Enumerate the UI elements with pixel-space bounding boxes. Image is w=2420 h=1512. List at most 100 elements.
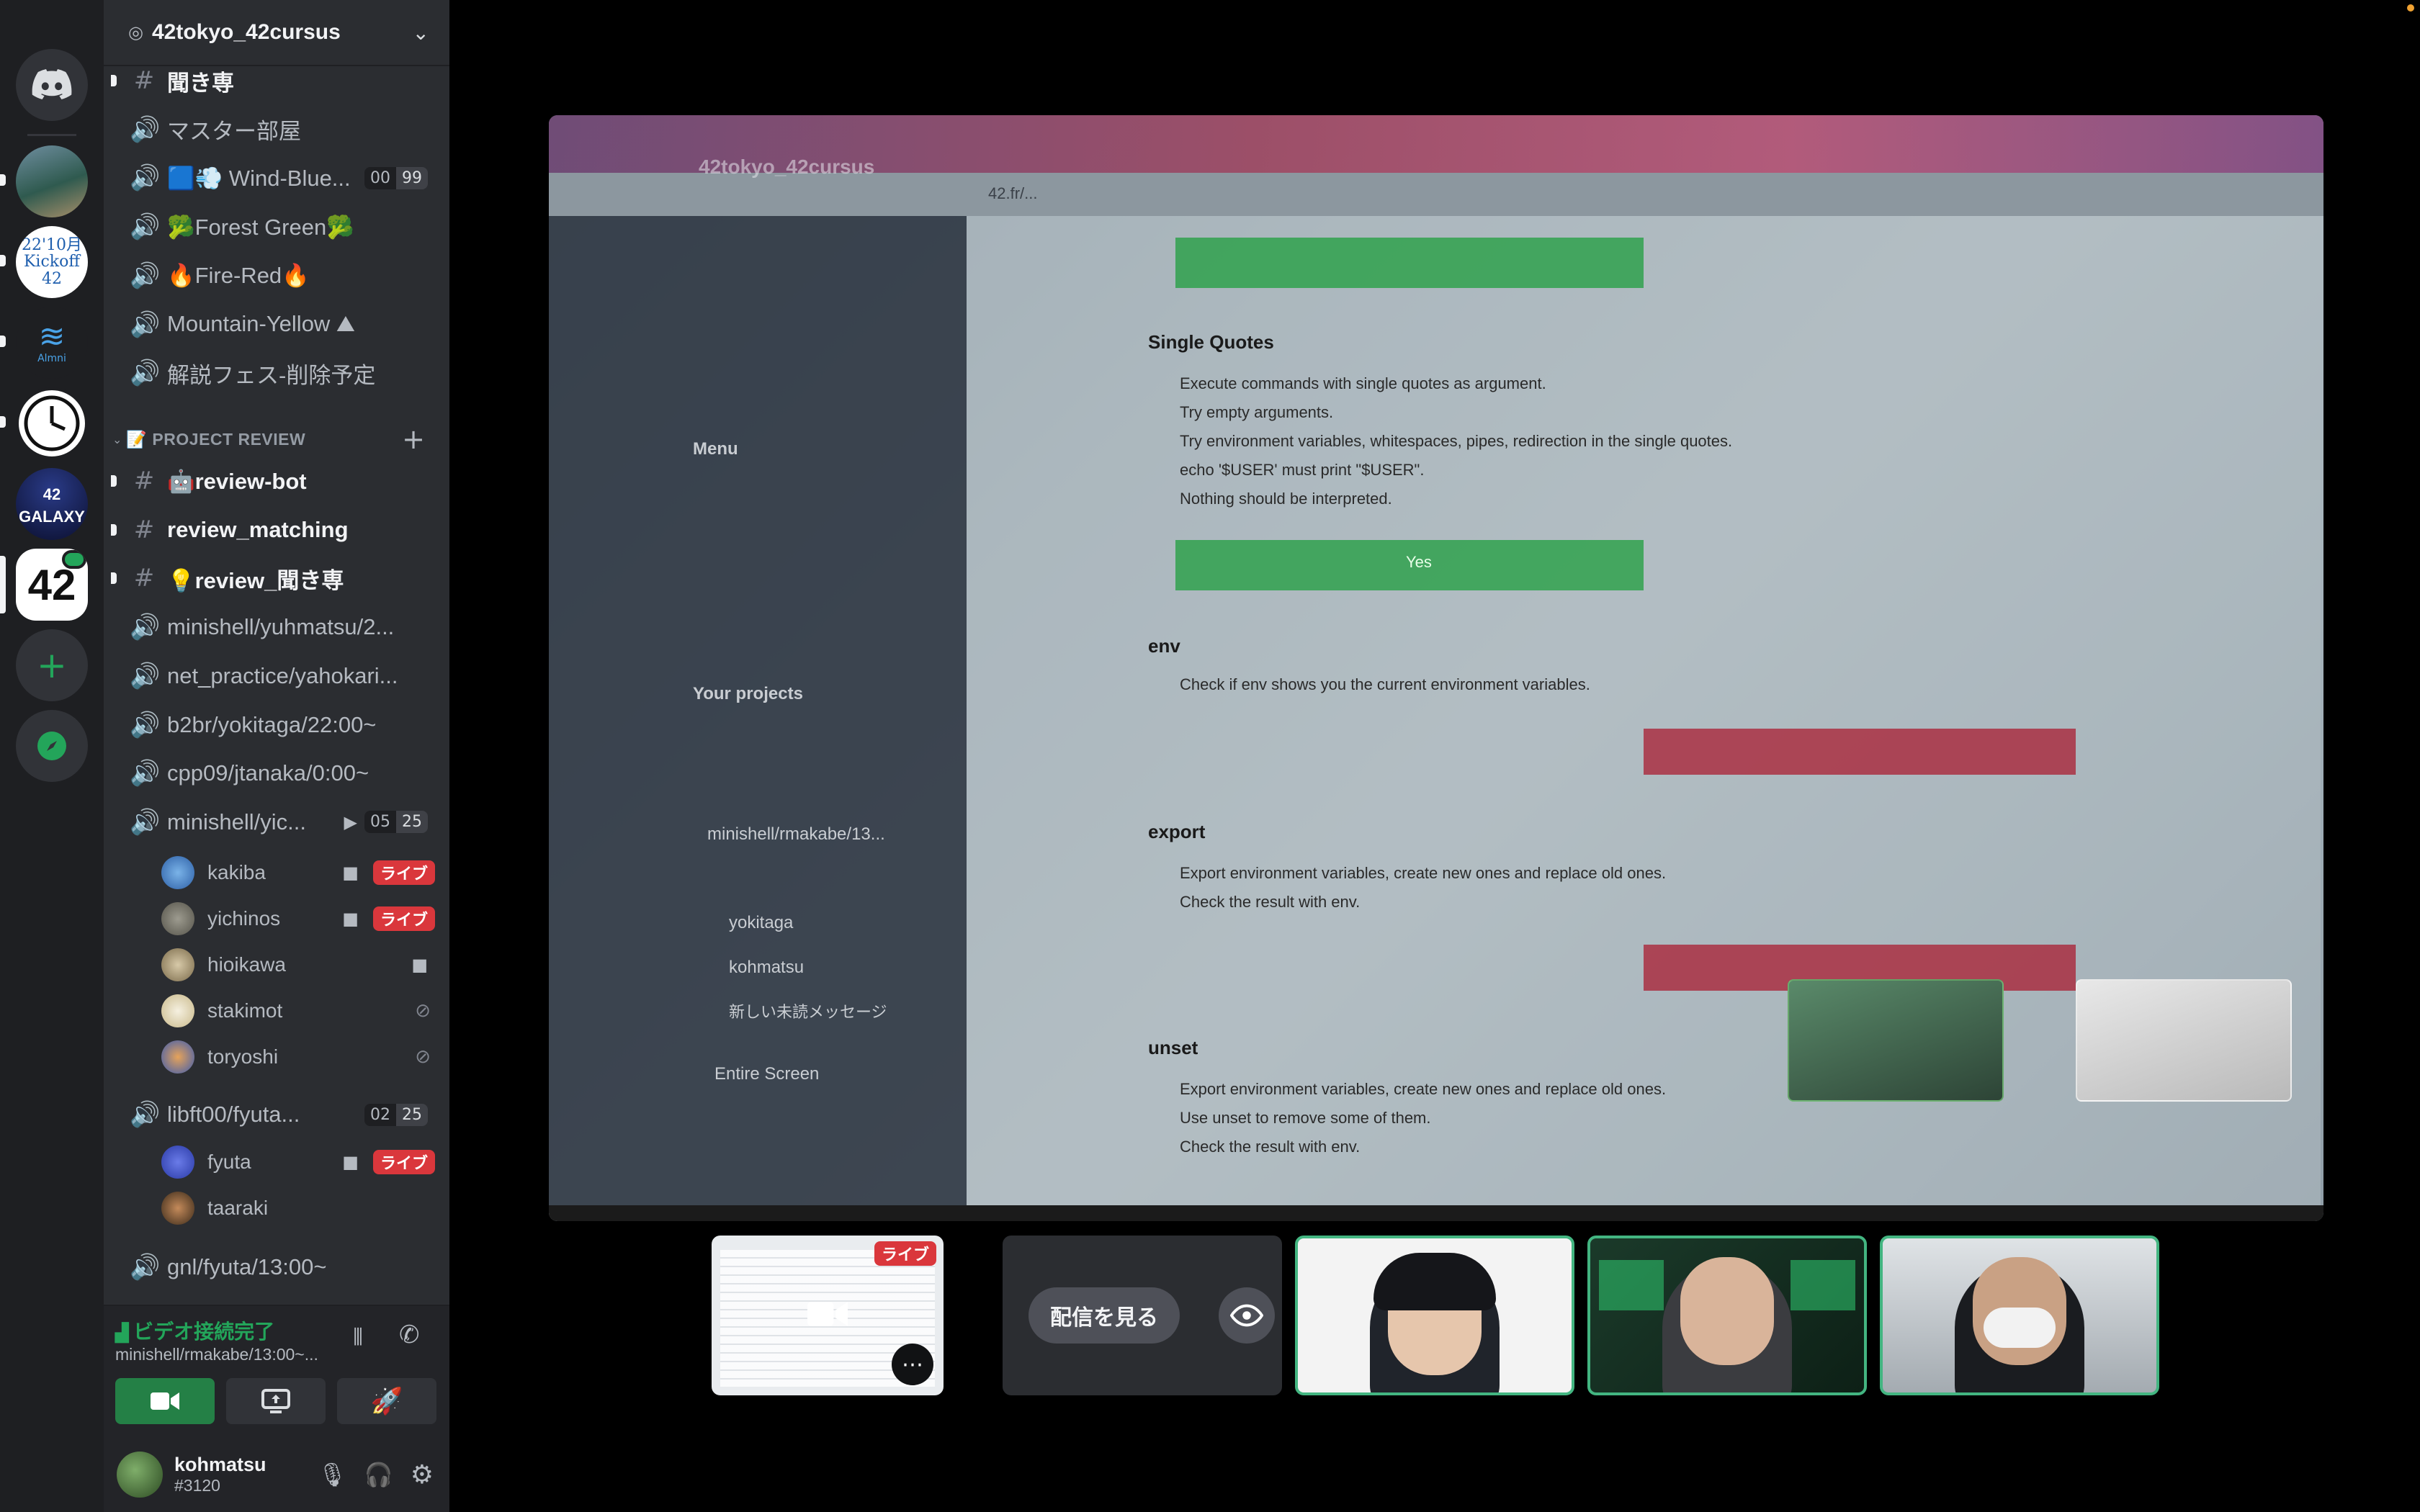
status-dot <box>2407 4 2414 12</box>
almni-server-icon[interactable]: ≋ Almni <box>16 307 88 379</box>
speaker-icon: 🔊 <box>130 310 161 339</box>
user-limit-badge: 05 25 <box>364 811 428 834</box>
channel-item[interactable]: 🔊 cpp09/jtanaka/0:00~ <box>115 752 438 795</box>
avatar <box>161 948 194 981</box>
stream-ghost-title: 42tokyo_42cursus <box>699 156 875 178</box>
guild-header[interactable]: ◎ 42tokyo_42cursus ⌄ <box>104 0 449 66</box>
channel-item[interactable]: 🔊 libft00/fyuta... 02 25 <box>115 1093 438 1136</box>
explore-servers-button[interactable] <box>16 710 88 782</box>
video-camera-icon: ▶ <box>344 811 357 832</box>
video-stage: 42.fr/... 42tokyo_42cursus Menu Your pro… <box>449 0 2420 1512</box>
more-options-icon[interactable]: ⋯ <box>892 1344 933 1385</box>
voice-user[interactable]: stakimot ⊘ <box>161 991 435 1031</box>
headphones-icon[interactable]: 🎧 <box>364 1461 393 1488</box>
channel-item[interactable]: # 💡review_聞き専 <box>111 557 438 600</box>
avatar <box>161 902 194 935</box>
channel-name: 🔥Fire-Red🔥 <box>167 263 310 289</box>
channel-name: net_practice/yahokari... <box>167 662 398 688</box>
server-unread-pill <box>0 255 6 266</box>
create-channel-plus-icon[interactable]: + <box>402 423 425 455</box>
category-project-review[interactable]: ⌄ 📝 PROJECT REVIEW + <box>104 423 449 455</box>
voice-user[interactable]: fyuta ■ ライブ <box>161 1142 435 1182</box>
voice-user[interactable]: hioikawa ■ <box>161 945 435 985</box>
disconnect-icon[interactable]: ✆ <box>399 1320 420 1349</box>
clock-server-icon[interactable] <box>16 387 88 459</box>
kickoff-server-icon[interactable]: 22'10月 Kickoff 42 <box>16 226 88 298</box>
avatar <box>161 1146 194 1179</box>
live-badge: ライブ <box>372 1150 435 1174</box>
channel-name: 💡review_聞き専 <box>167 567 344 593</box>
watch-stream-button[interactable]: 配信を見る <box>1028 1287 1180 1344</box>
landscape-server-icon[interactable] <box>16 145 88 217</box>
channel-item[interactable]: 🔊 Mountain-Yellow ⛰ <box>115 303 438 346</box>
unread-indicator <box>111 475 117 487</box>
channel-item[interactable]: 🔊 net_practice/yahokari... <box>115 654 438 698</box>
discord-home-icon[interactable] <box>16 49 88 121</box>
speaker-icon: 🔊 <box>130 261 161 290</box>
speaker-icon: 🔊 <box>130 359 161 388</box>
activities-button[interactable]: 🚀 <box>337 1378 436 1424</box>
voice-user[interactable]: yichinos ■ ライブ <box>161 899 435 939</box>
video-camera-icon: ■ <box>342 1152 359 1172</box>
galaxy-server-icon[interactable]: 42 GALAXY <box>16 468 88 540</box>
channel-item[interactable]: 🔊 minishell/yuhmatsu/2... <box>115 606 438 649</box>
stream-preview-tile[interactable]: ライブ ⋯ <box>712 1236 944 1395</box>
rocket-icon: 🚀 <box>370 1387 403 1416</box>
voice-user[interactable]: toryoshi ⊘ <box>161 1037 435 1077</box>
channel-item[interactable]: # review_matching <box>111 508 438 552</box>
speaker-icon: 🔊 <box>130 114 161 144</box>
share-screen-button[interactable] <box>226 1378 326 1424</box>
channel-name: libft00/fyuta... <box>167 1102 300 1127</box>
microphone-icon[interactable]: 🎙 <box>318 1461 347 1488</box>
channel-item[interactable]: 🔊 gnl/fyuta/13:00~ <box>115 1246 438 1289</box>
guild-name: 42tokyo_42cursus <box>151 20 341 44</box>
speaker-icon: 🔊 <box>130 710 161 739</box>
swimmer-icon: ≋ <box>38 318 66 355</box>
channel-item[interactable]: 🔊 解説フェス-削除予定 <box>115 351 438 395</box>
voice-user-name: toryoshi <box>207 1045 279 1068</box>
channel-name: b2br/yokitaga/22:00~ <box>167 711 377 737</box>
gear-icon[interactable]: ⚙ <box>411 1460 434 1490</box>
server-selected-pill <box>0 556 6 613</box>
rail-divider <box>27 134 76 136</box>
channel-item[interactable]: 🔊 b2br/yokitaga/22:00~ <box>115 703 438 747</box>
voice-user[interactable]: kakiba ■ ライブ <box>161 852 435 893</box>
user-limit-badge: 02 25 <box>364 1103 428 1126</box>
camera-button[interactable] <box>115 1378 215 1424</box>
stream-doc-line: Try empty arguments. <box>1180 403 1334 421</box>
speaker-icon: 🔊 <box>130 163 161 193</box>
speaker-icon: 🔊 <box>130 807 161 837</box>
noise-suppression-icon[interactable]: ⦀ <box>353 1323 363 1351</box>
channel-sidebar: ◎ 42tokyo_42cursus ⌄ # 聞き専 🔊 マスター部屋 🔊 🟦💨 Wind… <box>104 0 449 1512</box>
channel-item[interactable]: # 🤖review-bot <box>111 459 438 503</box>
participant-video-tile[interactable] <box>1295 1236 1574 1395</box>
voice-user-name: yichinos <box>207 907 281 930</box>
user-tag: #3120 <box>174 1476 220 1495</box>
stream-terminal-red <box>1644 729 2076 775</box>
avatar[interactable] <box>117 1452 163 1498</box>
channel-name: gnl/fyuta/13:00~ <box>167 1254 327 1279</box>
server-unread-pill <box>0 336 6 347</box>
channel-name: Mountain-Yellow ⛰ <box>167 311 355 336</box>
channel-name: 🤖review-bot <box>167 468 307 494</box>
stream-doc-line: echo '$USER' must print "$USER". <box>1180 461 1425 479</box>
stream-doc-line: Try environment variables, whitespaces, … <box>1180 432 1733 450</box>
add-server-button[interactable]: + <box>16 629 88 701</box>
text-channel-icon: # <box>133 467 155 495</box>
channel-item[interactable]: 🔊 🟦💨 Wind-Blue... 00 99 <box>115 156 438 199</box>
channel-item[interactable]: # 聞き専 <box>111 59 438 102</box>
muted-mic-icon: ⊘ <box>415 1046 431 1068</box>
avatar <box>161 1040 194 1074</box>
voice-channel-link[interactable]: minishell/rmakabe/13:00~... <box>115 1345 318 1364</box>
channel-item[interactable]: 🔊 minishell/yic... ▶ 05 25 <box>115 801 438 844</box>
screen-share-stream[interactable]: 42.fr/... 42tokyo_42cursus Menu Your pro… <box>549 115 2323 1221</box>
speaker-icon: 🔊 <box>130 661 161 690</box>
channel-item[interactable]: 🔊 🥦Forest Green🥦 <box>115 205 438 248</box>
eye-plus-icon[interactable] <box>1219 1287 1275 1344</box>
channel-item[interactable]: 🔊 マスター部屋 <box>115 108 438 151</box>
42tokyo-server-icon[interactable]: 42 <box>16 549 88 621</box>
participant-video-tile[interactable] <box>1587 1236 1867 1395</box>
participant-video-tile[interactable] <box>1880 1236 2159 1395</box>
channel-item[interactable]: 🔊 🔥Fire-Red🔥 <box>115 254 438 297</box>
voice-user[interactable]: taaraki <box>161 1188 435 1228</box>
